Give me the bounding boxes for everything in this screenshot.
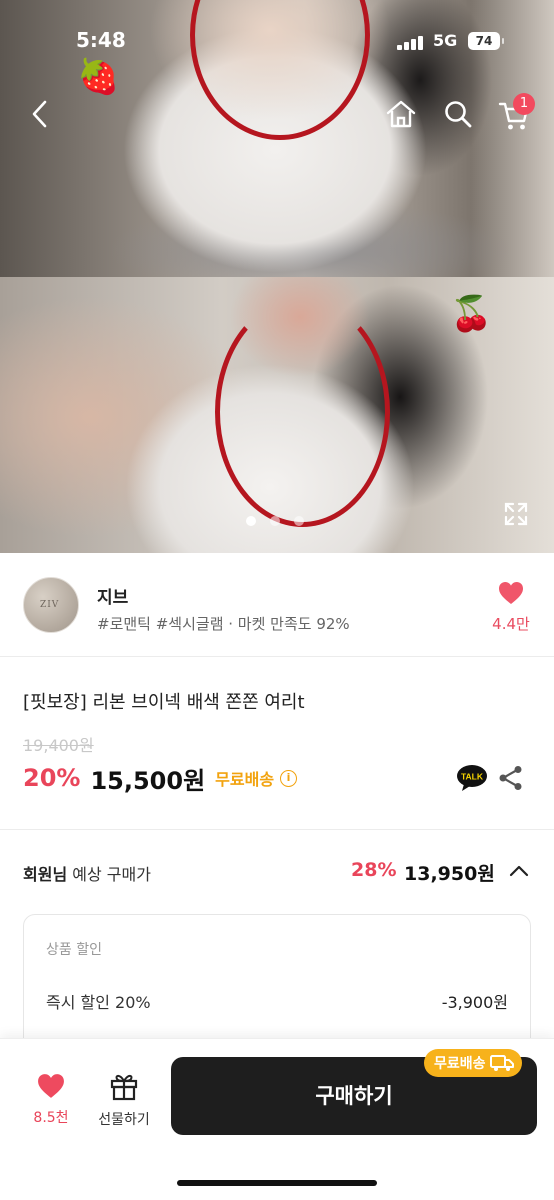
status-bar: 5:48 5G 74 [0, 24, 554, 60]
cherry-sticker: 🍒 [450, 294, 493, 334]
seller-name[interactable]: 지브 [97, 583, 128, 608]
product-photo-bottom: 🍒 [0, 277, 554, 553]
sale-price: 15,500원 [90, 766, 206, 795]
member-price: 13,950원 [404, 863, 495, 885]
free-shipping-badge-label: 무료배송 [434, 1056, 486, 1072]
cart-count-badge: 1 [513, 93, 535, 115]
ribbon-trim [190, 0, 370, 140]
talk-icon: TALK [457, 765, 487, 791]
truck-icon [489, 1055, 514, 1071]
search-button[interactable] [438, 94, 478, 134]
discount-header: 상품 할인 [46, 942, 102, 958]
strawberry-sticker: 🍓 [77, 57, 120, 97]
free-shipping-label: 무료배송 [215, 770, 275, 789]
original-price: 19,400원 [23, 736, 94, 755]
gift-icon [110, 1074, 138, 1101]
home-button[interactable] [381, 94, 421, 134]
heart-icon [38, 1074, 64, 1098]
seller-section[interactable]: ZIV 지브 #로맨틱 #섹시글램 · 마켓 만족도 92% 4.4만 [0, 553, 554, 657]
instant-discount-label: 즉시 할인 20% [46, 993, 151, 1012]
discount-rate: 20% [23, 764, 81, 792]
seller-like-count: 4.4만 [492, 615, 530, 633]
status-time: 5:48 [76, 28, 126, 52]
member-price-row[interactable]: 회원님 예상 구매가 28% 13,950원 [23, 858, 531, 888]
free-shipping-badge: 무료배송 [424, 1049, 522, 1077]
avatar-logo-text: ZIV [40, 600, 60, 610]
price-row: 20% 15,500원 무료배송 i [23, 762, 298, 795]
bottom-action-bar: 8.5천 선물하기 구매하기 무료배송 [0, 1038, 554, 1200]
chevron-up-icon[interactable] [508, 860, 530, 882]
gallery-pagination[interactable] [246, 516, 304, 526]
product-title: [핏보장] 리본 브이넥 배색 쫀쫀 여리t [23, 692, 305, 713]
fullscreen-button[interactable] [500, 498, 532, 530]
member-price-label: 회원님 예상 구매가 [23, 865, 151, 884]
back-button[interactable] [20, 94, 60, 134]
wishlist-count: 8.5천 [33, 1110, 69, 1126]
search-icon [445, 101, 472, 128]
share-icon [499, 766, 522, 790]
talk-icon-text: TALK [461, 772, 484, 782]
heart-icon [499, 582, 523, 604]
gallery-dot-2[interactable] [270, 516, 280, 526]
info-icon[interactable]: i [280, 769, 298, 787]
kakao-talk-button[interactable]: TALK [456, 764, 488, 792]
member-discount-rate: 28% [351, 859, 397, 881]
signal-icon [397, 36, 425, 50]
network-type: 5G [433, 31, 458, 50]
section-divider [0, 829, 554, 830]
share-button[interactable] [497, 764, 525, 792]
product-image-gallery[interactable]: 🍓 🍒 5:48 5G 74 1 [0, 0, 554, 553]
chevron-left-icon [32, 100, 47, 128]
seller-avatar[interactable]: ZIV [23, 577, 79, 633]
ribbon-trim-bottom [215, 297, 390, 527]
gallery-dot-3[interactable] [294, 516, 304, 526]
gallery-dot-1[interactable] [246, 516, 256, 526]
instant-discount-amount: -3,900원 [441, 993, 508, 1012]
wishlist-button[interactable]: 8.5천 [28, 1073, 74, 1127]
battery-icon: 74 [468, 32, 504, 50]
seller-tags: #로맨틱 #섹시글램 · 마켓 만족도 92% [97, 615, 350, 633]
gift-button[interactable]: 선물하기 [90, 1071, 158, 1129]
home-indicator [177, 1180, 377, 1186]
gift-label: 선물하기 [98, 1112, 150, 1128]
expand-icon [504, 502, 528, 526]
seller-like-button[interactable]: 4.4만 [486, 581, 536, 634]
home-icon [386, 100, 416, 128]
